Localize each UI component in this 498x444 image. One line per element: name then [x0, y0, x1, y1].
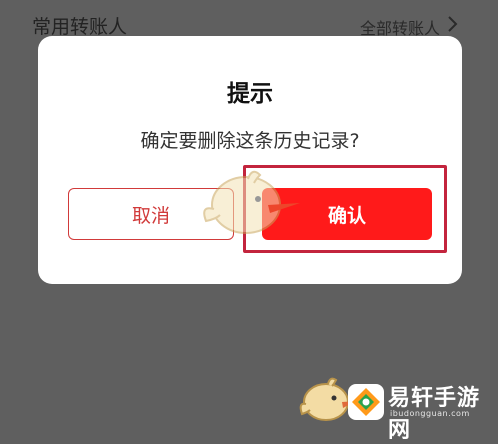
brand-logo-icon: [348, 384, 384, 420]
brand-domain: ibudongguan.com: [390, 409, 470, 418]
dialog-title: 提示: [227, 81, 273, 107]
watermark-mascot-icon: [203, 170, 300, 234]
dialog-message: 确定要删除这条历史记录?: [140, 130, 360, 152]
cancel-button-label: 取消: [131, 204, 170, 227]
frequent-payees-title: 常用转账人: [32, 16, 128, 38]
chevron-right-icon: [448, 16, 458, 32]
